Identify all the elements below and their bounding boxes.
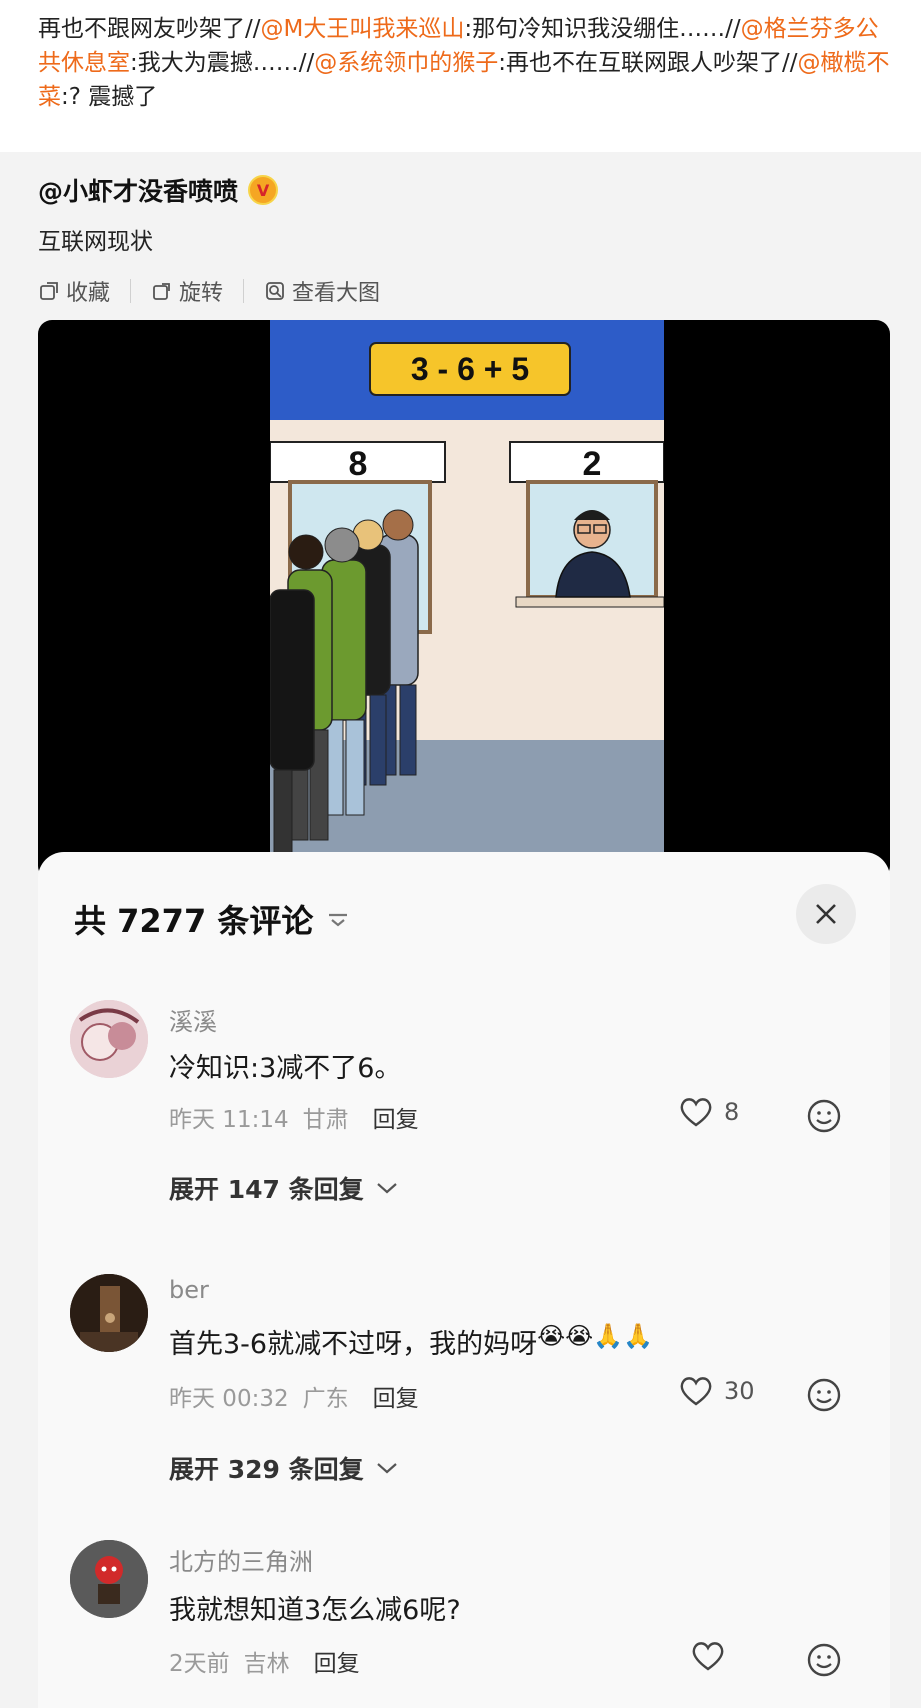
comment-username[interactable]: 北方的三角洲	[169, 1542, 313, 1577]
heart-icon	[680, 1098, 712, 1127]
repost-text: 再也不跟网友吵架了//@M大王叫我来巡山:那句冷知识我没绷住……//@格兰芬多公…	[38, 12, 898, 114]
avatar[interactable]	[70, 1540, 148, 1618]
smiley-icon	[807, 1378, 841, 1412]
rotate-icon	[153, 283, 170, 300]
smiley-icon	[807, 1643, 841, 1677]
comment-text: 冷知识:3减不了6。	[169, 1053, 402, 1084]
comment-text-row: 首先3-6就减不过呀，我的妈呀 😭😭🙏🙏	[169, 1322, 653, 1361]
repost-section: 再也不跟网友吵架了//@M大王叫我来巡山:那句冷知识我没绷住……//@格兰芬多公…	[0, 0, 921, 152]
close-comments-button[interactable]	[796, 884, 856, 944]
image-toolbar: 收藏 旋转 查看大图	[38, 275, 380, 307]
author-name[interactable]: @小虾才没香喷喷	[38, 172, 238, 208]
like-count: 8	[724, 1098, 740, 1126]
comment-username[interactable]: ber	[169, 1276, 209, 1304]
verified-badge-icon: V	[248, 175, 279, 205]
equation-text: 3 - 6 + 5	[411, 351, 529, 387]
reply-button[interactable]: 回复	[373, 1379, 419, 1413]
comment-location: 吉林	[243, 1651, 290, 1677]
rotate-label: 旋转	[179, 281, 224, 306]
original-text: 互联网现状	[38, 229, 153, 255]
user-mention-link[interactable]: @系统领巾的猴子	[314, 50, 498, 76]
expand-replies-button[interactable]: 展开 147 条回复	[169, 1170, 398, 1206]
comment-text: 我就想知道3怎么减6呢?	[169, 1595, 461, 1626]
cartoon-scene: 3 - 6 + 5 8 2	[270, 320, 664, 860]
like-button[interactable]	[690, 1640, 736, 1672]
toolbar-divider	[243, 279, 245, 303]
chevron-down-icon	[376, 1183, 397, 1194]
comments-count-title: 共 7277 条评论	[74, 902, 314, 940]
like-count: 30	[724, 1377, 755, 1405]
comment-time: 2天前	[169, 1651, 230, 1677]
expand-replies-button[interactable]: 展开 329 条回复	[169, 1450, 398, 1486]
repost-text-segment: :再也不在互联网跟人吵架了//	[498, 50, 798, 76]
favorite-button[interactable]: 收藏	[38, 275, 110, 307]
expand-replies-label: 展开 147 条回复	[169, 1175, 364, 1204]
sort-dropdown-icon[interactable]	[325, 909, 351, 929]
window-left-number: 8	[349, 445, 368, 483]
comment-username[interactable]: 溪溪	[169, 1002, 217, 1037]
emoji-react-button[interactable]	[806, 1098, 842, 1138]
repost-text-segment: :那句冷知识我没绷住……//	[464, 16, 741, 42]
heart-icon	[680, 1377, 712, 1406]
comment-meta: 2天前 吉林 回复	[169, 1644, 360, 1678]
close-icon	[816, 904, 836, 924]
comment-time: 昨天 00:32	[169, 1386, 289, 1412]
view-large-label: 查看大图	[292, 281, 381, 306]
comment-meta: 昨天 00:32 广东 回复	[169, 1379, 419, 1413]
like-button[interactable]: 8	[678, 1096, 739, 1128]
rotate-button[interactable]: 旋转	[151, 275, 223, 307]
view-large-icon	[266, 282, 284, 300]
like-button[interactable]: 30	[678, 1375, 755, 1407]
comments-header[interactable]: 共 7277 条评论	[74, 896, 351, 942]
repost-text-segment: 再也不跟网友吵架了//	[38, 16, 261, 42]
comment-emojis: 😭😭🙏🙏	[537, 1322, 653, 1350]
heart-icon	[692, 1642, 724, 1671]
repost-text-segment: :我大为震撼……//	[130, 50, 315, 76]
favorite-label: 收藏	[66, 281, 111, 306]
toolbar-divider	[130, 279, 132, 303]
expand-replies-label: 展开 329 条回复	[169, 1455, 364, 1484]
comment-text: 首先3-6就减不过呀，我的妈呀	[169, 1329, 538, 1360]
comments-sheet: 共 7277 条评论 溪溪 冷知识:3减不了6。 昨天 11:14 甘肃 回复 …	[38, 852, 890, 1708]
post-image[interactable]: 3 - 6 + 5 8 2	[38, 320, 890, 880]
reply-button[interactable]: 回复	[314, 1644, 360, 1678]
reply-button[interactable]: 回复	[373, 1100, 419, 1134]
avatar[interactable]	[70, 1000, 148, 1078]
comment-location: 甘肃	[302, 1107, 349, 1133]
comment-meta: 昨天 11:14 甘肃 回复	[169, 1100, 419, 1134]
emoji-react-button[interactable]	[806, 1642, 842, 1682]
emoji-react-button[interactable]	[806, 1377, 842, 1417]
user-mention-link[interactable]: @M大王叫我来巡山	[261, 16, 465, 42]
window-right-number: 2	[583, 445, 602, 483]
chevron-down-icon	[376, 1463, 397, 1474]
view-large-button[interactable]: 查看大图	[264, 275, 380, 307]
repost-text-segment: :? 震撼了	[61, 84, 158, 110]
comment-location: 广东	[302, 1386, 349, 1412]
avatar[interactable]	[70, 1274, 148, 1352]
smiley-icon	[807, 1099, 841, 1133]
comment-time: 昨天 11:14	[169, 1107, 289, 1133]
favorite-icon	[40, 282, 58, 300]
original-author[interactable]: @小虾才没香喷喷 V	[38, 172, 279, 208]
